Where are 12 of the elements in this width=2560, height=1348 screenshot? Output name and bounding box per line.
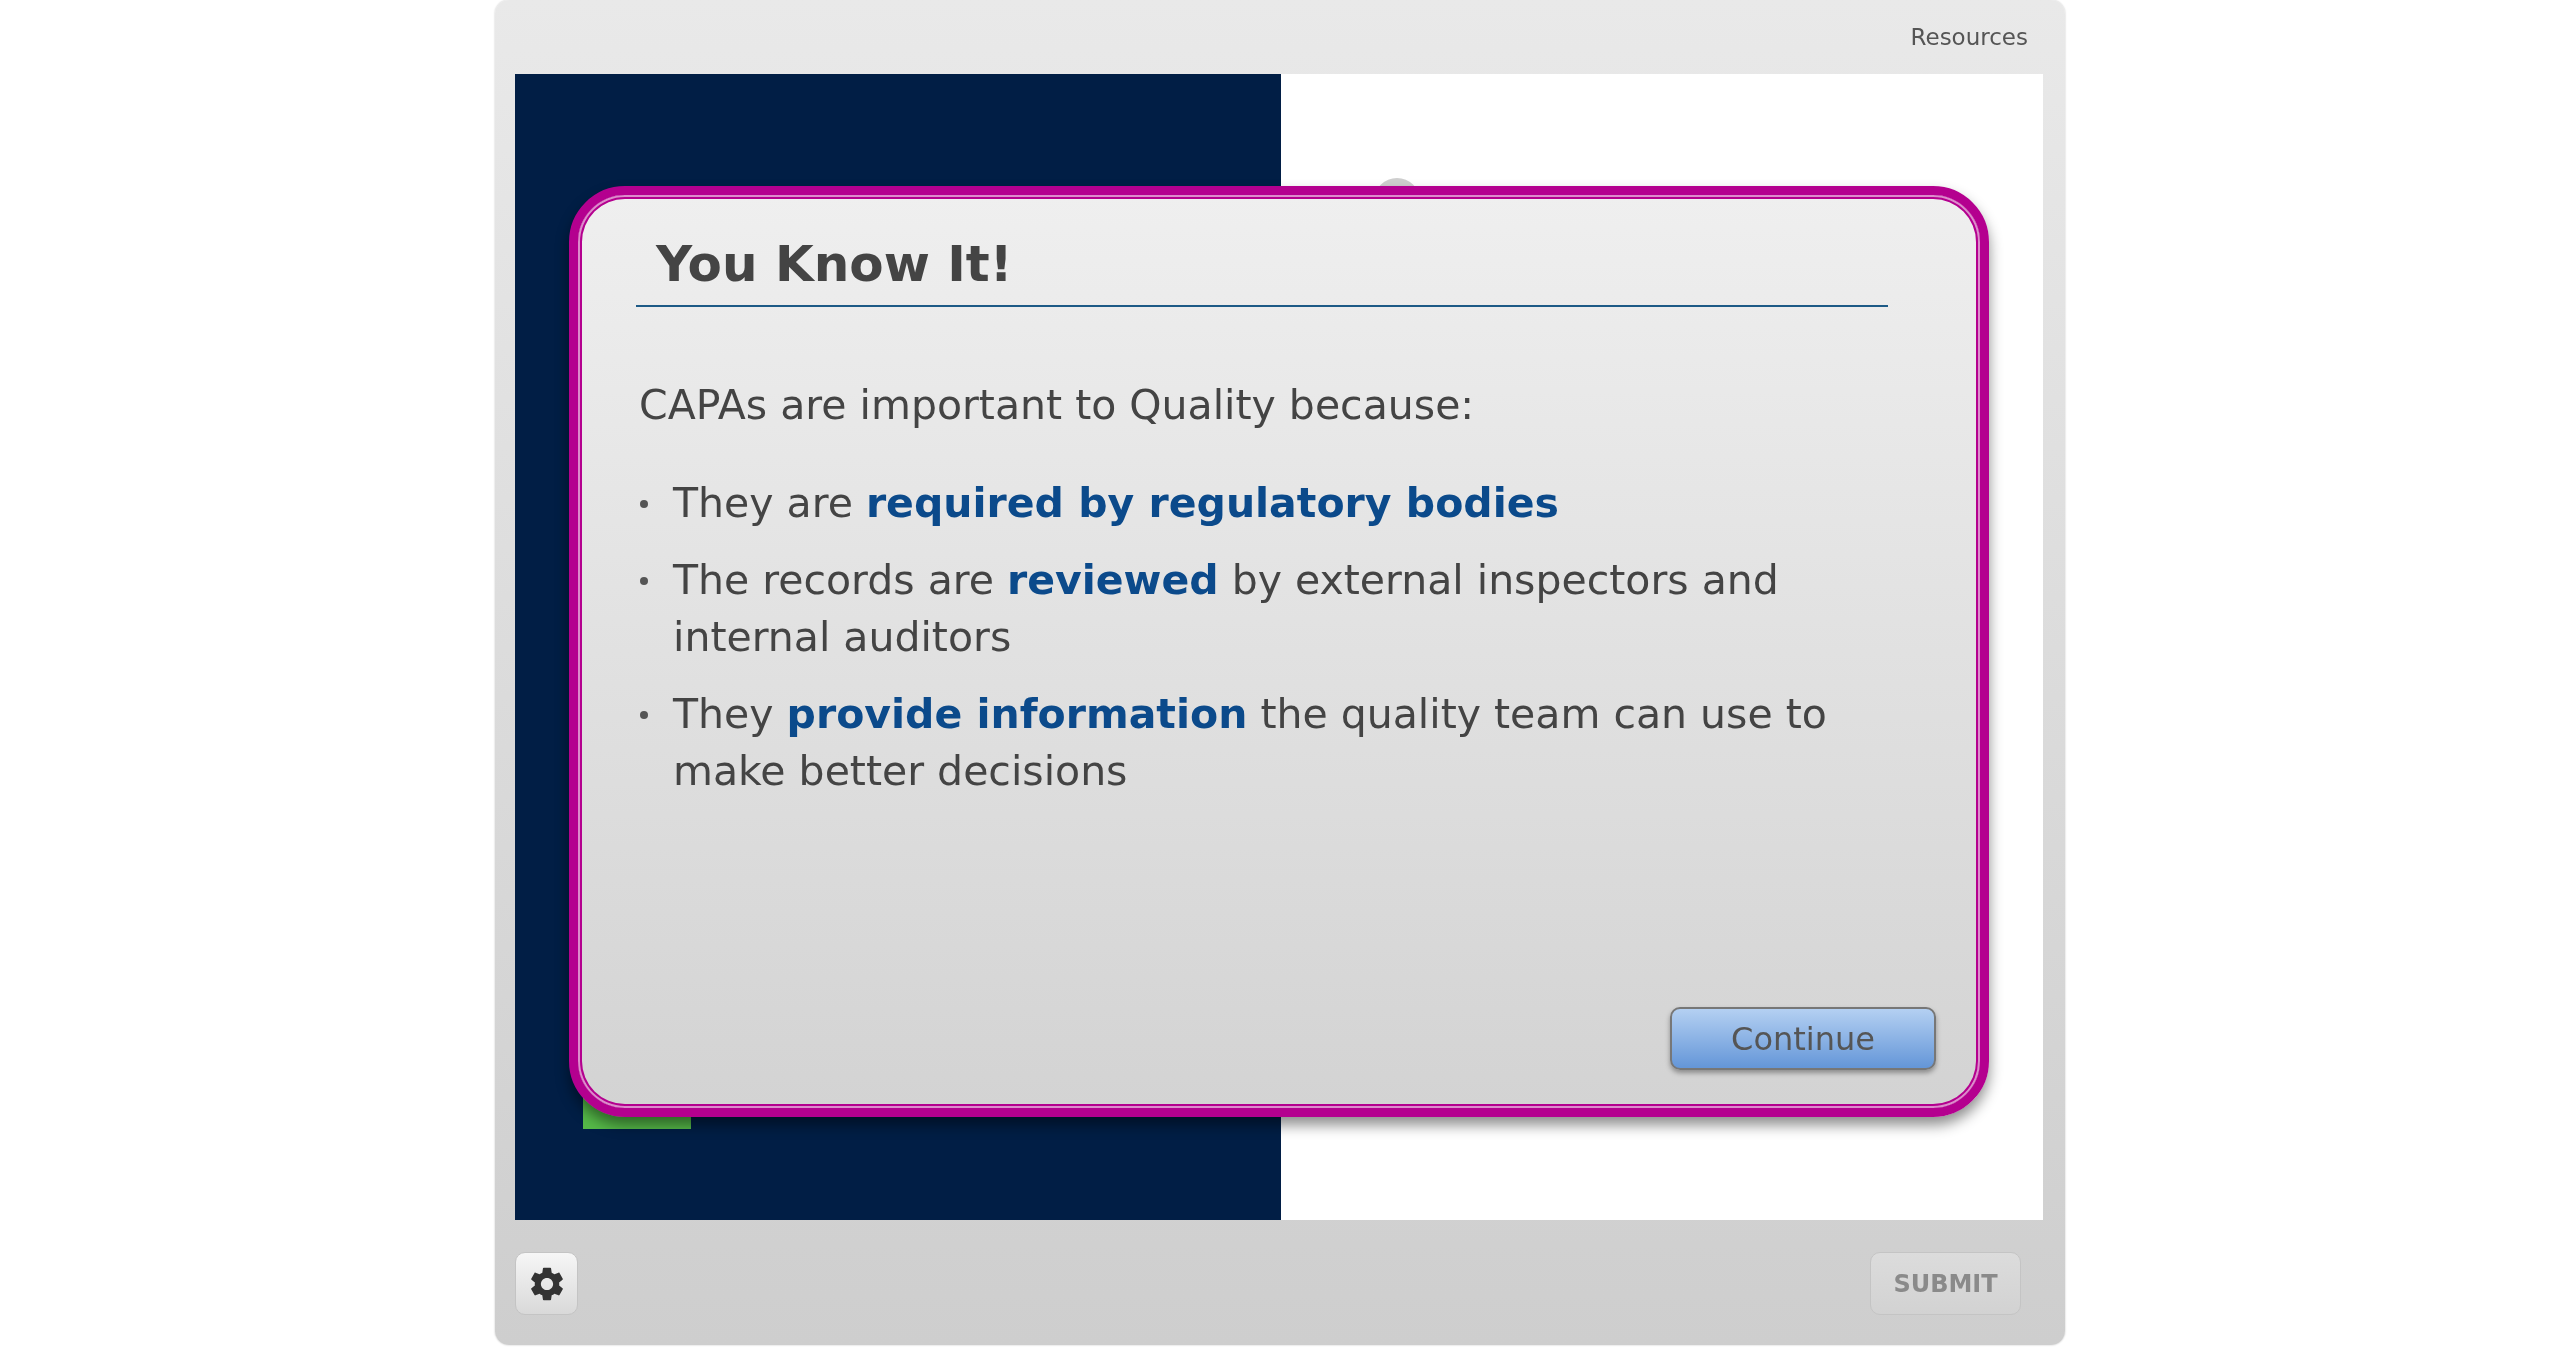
settings-button[interactable] [515, 1252, 578, 1315]
bullet-text: They provide information the quality team can use to make better decisions [673, 689, 1828, 797]
bullet-text: They are required by regulatory bodies [673, 478, 1559, 529]
continue-button[interactable]: Continue [1670, 1007, 1936, 1070]
bullet-icon [640, 711, 648, 719]
bullet-icon [640, 577, 648, 585]
settings-icon [530, 1266, 563, 1301]
bullet-text: The records are reviewed by external inspectors and internal auditors [673, 555, 1780, 663]
dialog-intro-text: CAPAs are important to Quality because: [639, 380, 1476, 431]
bullet-icon [640, 500, 648, 508]
resources-button[interactable]: Resources [1910, 24, 2028, 50]
dialog-title: You Know It! [636, 234, 1888, 307]
